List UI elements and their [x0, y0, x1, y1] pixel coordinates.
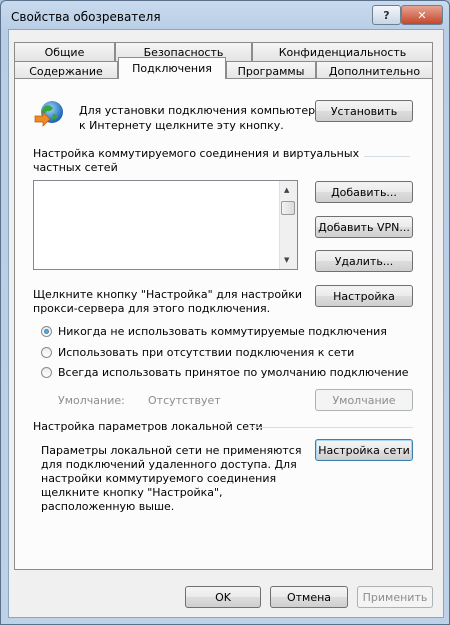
lan-settings-button[interactable]: Настройка сети	[315, 439, 413, 461]
lan-text-line4: щелкните кнопку "Настройка",	[41, 486, 223, 499]
set-default-button[interactable]: Умолчание	[315, 389, 413, 411]
add-vpn-button[interactable]: Добавить VPN...	[315, 216, 413, 238]
lan-text-line3: настройки коммутируемого соединения	[41, 472, 277, 485]
connections-list[interactable]: ▲ ▼	[33, 180, 298, 270]
add-button[interactable]: Добавить...	[315, 181, 413, 203]
lan-text-line5: расположенную выше.	[41, 500, 175, 513]
heading-divider	[364, 156, 410, 157]
help-button[interactable]: ?	[372, 5, 401, 25]
close-button[interactable]: ✕	[401, 5, 443, 25]
window-title: Свойства обозревателя	[11, 10, 161, 24]
cancel-button[interactable]: Отмена	[270, 586, 348, 608]
default-value: Отсутствует	[148, 394, 221, 407]
question-icon: ?	[383, 8, 390, 22]
close-icon: ✕	[417, 8, 427, 22]
setup-text-line1: Для установки подключения компьютера	[79, 104, 322, 117]
lan-text-line2: для подключений удаленного доступа. Для	[41, 458, 297, 471]
radio-never-dial[interactable]	[41, 326, 52, 337]
dialup-heading-line1: Настройка коммутируемого соединения и ви…	[33, 147, 360, 160]
list-scrollbar[interactable]: ▲ ▼	[279, 181, 297, 269]
scroll-up-icon[interactable]: ▲	[284, 186, 289, 194]
setup-button[interactable]: Установить	[315, 100, 413, 122]
apply-button[interactable]: Применить	[357, 586, 433, 608]
radio-always-dial-default[interactable]	[41, 367, 52, 378]
setup-text-line2: к Интернету щелкните эту кнопку.	[79, 119, 284, 132]
scroll-thumb[interactable]	[281, 201, 295, 215]
lan-heading: Настройка параметров локальной сети	[33, 420, 263, 433]
radio-never-dial-label[interactable]: Никогда не использовать коммутируемые по…	[58, 325, 387, 338]
internet-connection-icon	[34, 101, 63, 127]
lan-divider	[250, 427, 413, 428]
radio-always-dial-default-label[interactable]: Всегда использовать принятое по умолчани…	[58, 366, 409, 379]
ok-button[interactable]: OK	[185, 586, 261, 608]
proxy-text-line2: прокси-сервера для этого подключения.	[33, 302, 271, 315]
tab-general[interactable]: Общие	[14, 42, 115, 61]
proxy-text-line1: Щелкните кнопку "Настройка" для настройк…	[33, 288, 303, 301]
dialup-settings-button[interactable]: Настройка	[315, 285, 413, 307]
tab-privacy[interactable]: Конфиденциальность	[252, 42, 433, 61]
default-label: Умолчание:	[58, 394, 125, 407]
scroll-down-icon[interactable]: ▼	[284, 256, 289, 264]
tab-connections[interactable]: Подключения	[118, 57, 226, 79]
dialup-heading-line2: частных сетей	[33, 161, 118, 174]
radio-dial-when-no-network[interactable]	[41, 347, 52, 358]
remove-button[interactable]: Удалить...	[315, 250, 413, 272]
lan-text-line1: Параметры локальной сети не применяются	[41, 444, 302, 457]
radio-dial-when-no-network-label[interactable]: Использовать при отсутствии подключения …	[58, 346, 354, 359]
